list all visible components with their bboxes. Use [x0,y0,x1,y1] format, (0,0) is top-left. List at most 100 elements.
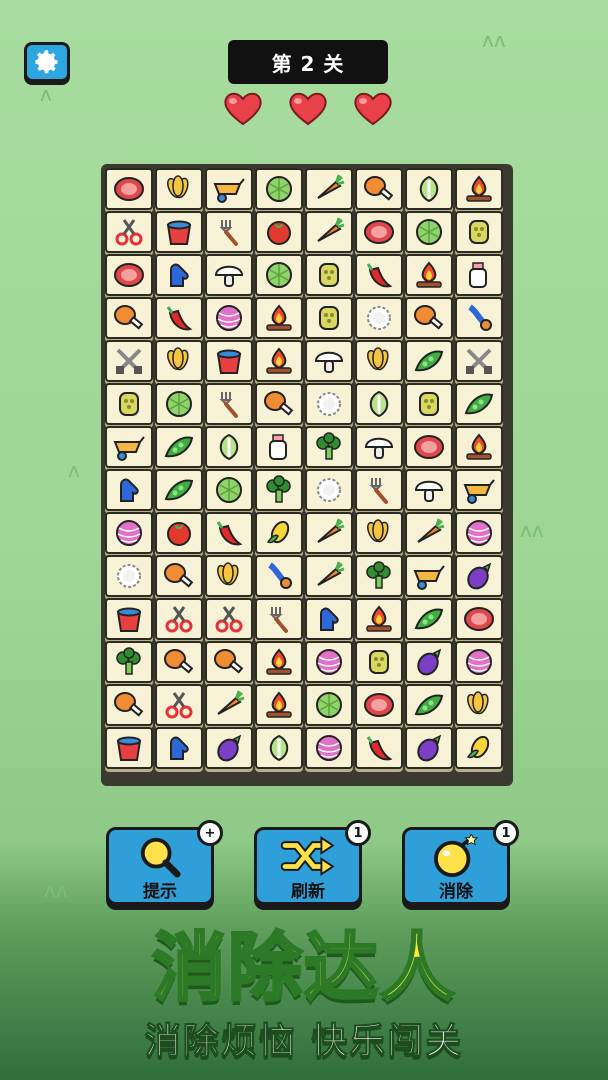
tile-glove[interactable] [155,727,203,769]
tile-peapod[interactable] [155,426,203,468]
tile-bottle[interactable] [255,426,303,468]
tile-mushroom[interactable] [205,254,253,296]
hint-button[interactable]: + 提示 [106,820,223,905]
tile-peapod[interactable] [405,684,453,726]
tile-cabbage[interactable] [405,211,453,253]
tile-pepper[interactable] [355,254,403,296]
tile-bucket[interactable] [105,727,153,769]
tile-peapod[interactable] [405,340,453,382]
tile-glove[interactable] [305,598,353,640]
tile-yarn[interactable] [305,727,353,769]
tile-carrot[interactable] [305,211,353,253]
tile-cabbage[interactable] [255,168,303,210]
tile-wheat[interactable] [355,340,403,382]
tile-tomato[interactable] [255,211,303,253]
tile-corn[interactable] [455,727,503,769]
tile-campfire[interactable] [255,684,303,726]
tile-yarn[interactable] [305,641,353,683]
tile-yarn[interactable] [105,512,153,554]
tile-carrot[interactable] [405,512,453,554]
tile-lotus[interactable] [455,211,503,253]
tile-glove[interactable] [155,254,203,296]
tile-eggplant[interactable] [205,727,253,769]
tile-campfire[interactable] [455,168,503,210]
tile-bucket[interactable] [155,211,203,253]
tile-pepper[interactable] [205,512,253,554]
settings-button[interactable] [24,42,70,82]
tile-meat[interactable] [355,684,403,726]
tile-bucket[interactable] [105,598,153,640]
tile-eggplant[interactable] [405,727,453,769]
tile-napa[interactable] [255,727,303,769]
tile-napa[interactable] [405,168,453,210]
tile-scissors[interactable] [155,598,203,640]
tile-corn[interactable] [255,512,303,554]
tile-mushroom[interactable] [305,340,353,382]
tile-campfire[interactable] [255,641,303,683]
tile-wheat[interactable] [155,340,203,382]
tile-lotus[interactable] [405,383,453,425]
tile-cauliflower[interactable] [305,469,353,511]
tile-cauliflower[interactable] [105,555,153,597]
tile-meat[interactable] [355,211,403,253]
tile-fork[interactable] [205,383,253,425]
tile-campfire[interactable] [255,340,303,382]
tile-drumstick[interactable] [155,555,203,597]
eliminate-button[interactable]: 1 消除 [402,820,519,905]
tile-drumstick[interactable] [205,641,253,683]
tile-cauliflower[interactable] [305,383,353,425]
tile-lotus[interactable] [355,641,403,683]
tile-fork[interactable] [255,598,303,640]
tile-cabbage[interactable] [255,254,303,296]
tile-scissors[interactable] [105,211,153,253]
tile-eggplant[interactable] [455,555,503,597]
tile-bucket[interactable] [205,340,253,382]
tile-broccoli[interactable] [305,426,353,468]
tile-yarn[interactable] [455,641,503,683]
tile-glove[interactable] [105,469,153,511]
tile-drumstick[interactable] [105,297,153,339]
tile-scissors[interactable] [155,684,203,726]
tile-pepper[interactable] [355,727,403,769]
tile-mushroom[interactable] [355,426,403,468]
tile-broccoli[interactable] [355,555,403,597]
tile-bottle[interactable] [455,254,503,296]
tile-fork[interactable] [205,211,253,253]
tile-drumstick[interactable] [405,297,453,339]
tile-drumstick[interactable] [155,641,203,683]
tile-fork[interactable] [355,469,403,511]
tile-napa[interactable] [205,426,253,468]
tile-drumstick[interactable] [255,383,303,425]
tile-peapod[interactable] [155,469,203,511]
tile-hose[interactable] [455,297,503,339]
tile-mushroom[interactable] [405,469,453,511]
tile-cutlery[interactable] [105,340,153,382]
tile-wheelbarrow[interactable] [105,426,153,468]
tile-lotus[interactable] [305,254,353,296]
tile-cauliflower[interactable] [355,297,403,339]
tile-carrot[interactable] [205,684,253,726]
tile-cabbage[interactable] [155,383,203,425]
tile-wheelbarrow[interactable] [455,469,503,511]
tile-wheat[interactable] [455,684,503,726]
tile-peapod[interactable] [455,383,503,425]
tile-yarn[interactable] [205,297,253,339]
tile-campfire[interactable] [355,598,403,640]
tile-cabbage[interactable] [205,469,253,511]
tile-carrot[interactable] [305,555,353,597]
tile-broccoli[interactable] [105,641,153,683]
tile-tomato[interactable] [155,512,203,554]
tile-peapod[interactable] [405,598,453,640]
tile-meat[interactable] [105,254,153,296]
tile-meat[interactable] [405,426,453,468]
tile-napa[interactable] [355,383,403,425]
tile-wheat[interactable] [355,512,403,554]
tile-drumstick[interactable] [105,684,153,726]
tile-carrot[interactable] [305,168,353,210]
tile-cabbage[interactable] [305,684,353,726]
tile-yarn[interactable] [455,512,503,554]
tile-hose[interactable] [255,555,303,597]
tile-wheelbarrow[interactable] [205,168,253,210]
tile-lotus[interactable] [105,383,153,425]
tile-carrot[interactable] [305,512,353,554]
